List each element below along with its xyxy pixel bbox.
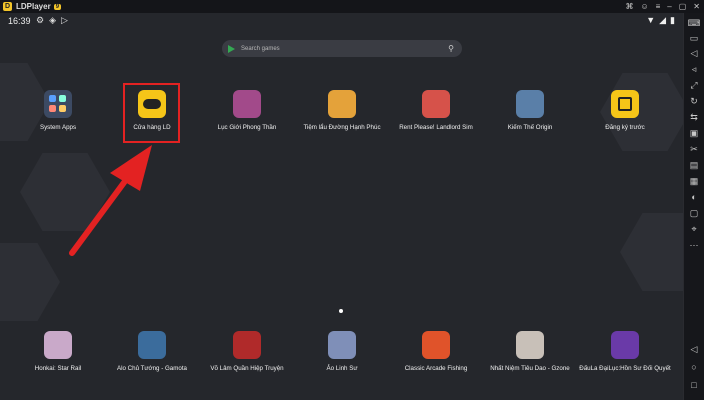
page-indicator-dot	[339, 309, 343, 313]
app-bottom-1[interactable]: Alo Chủ Tướng - Gamota	[102, 331, 202, 373]
close-icon[interactable]: ✕	[693, 2, 700, 11]
app-bottom-4[interactable]: Classic Arcade Fishing	[386, 331, 486, 373]
app-label: Honkai: Star Rail	[34, 365, 82, 372]
app-label: Tiệm lẩu Đường Hạnh Phúc	[303, 124, 381, 131]
app-label: Rent Please! Landlord Sim	[399, 124, 473, 131]
hotpot-icon	[328, 90, 356, 118]
clock: 16:39	[8, 16, 31, 26]
app-bottom-6[interactable]: ĐấuLa ĐạiLục:Hồn Sư Đối Quyết	[575, 331, 675, 373]
app-bottom-2[interactable]: Võ Lâm Quần Hiệp Truyện	[197, 331, 297, 373]
fullscreen-icon[interactable]: ⤢	[688, 79, 700, 91]
app-top-4[interactable]: Rent Please! Landlord Sim	[386, 90, 486, 132]
app-label: ĐấuLa ĐạiLục:Hồn Sư Đối Quyết	[579, 365, 671, 372]
background-hex	[20, 153, 110, 231]
wifi-icon: ▼	[646, 15, 656, 25]
search-bar[interactable]: Search games ⚲	[222, 40, 462, 57]
sync-icon[interactable]: ⇆	[688, 111, 700, 123]
app-label: Nhất Niệm Tiêu Dao - Gzone	[490, 365, 570, 372]
screen-icon[interactable]: ▭	[688, 32, 700, 44]
app-label: Lục Giới Phong Thần	[217, 124, 277, 131]
game-art-icon	[138, 331, 166, 359]
search-icon[interactable]: ⚲	[448, 44, 454, 53]
status-bar: 16:39 ⚙ ◈ ▷ ▼ ◢ ▮	[0, 13, 683, 29]
app-label: Đăng ký trước	[605, 124, 645, 131]
rotate-icon[interactable]: ↻	[688, 95, 700, 107]
minimize-icon[interactable]: –	[667, 2, 671, 11]
emulator-screen[interactable]: 16:39 ⚙ ◈ ▷ ▼ ◢ ▮ Search games ⚲ System …	[0, 13, 683, 400]
app-top-5[interactable]: Kiếm Thế Origin	[480, 90, 580, 132]
app-label: Kiếm Thế Origin	[507, 124, 553, 131]
app-bottom-3[interactable]: Ảo Linh Sư	[292, 331, 392, 373]
calendar-icon	[611, 90, 639, 118]
maximize-icon[interactable]: ▢	[679, 2, 687, 11]
search-placeholder: Search games	[241, 45, 280, 52]
scissors-icon[interactable]: ✂	[688, 143, 700, 155]
app-label: Classic Arcade Fishing	[404, 365, 468, 372]
app-label: Alo Chủ Tướng - Gamota	[117, 365, 187, 372]
location-icon[interactable]: ⌖	[688, 223, 700, 235]
version-badge: 9	[53, 3, 62, 10]
more-icon[interactable]: ⋯	[688, 239, 700, 251]
window-title: LDPlayer	[16, 2, 51, 11]
fishing-icon	[422, 331, 450, 359]
back-icon[interactable]: ◁	[688, 343, 700, 355]
app-label: System Apps	[39, 124, 77, 131]
battery-icon: ▮	[670, 15, 675, 25]
ldplayer-logo-icon: D	[3, 2, 12, 11]
home-icon[interactable]: ○	[688, 361, 700, 373]
game-art-icon	[611, 331, 639, 359]
play-store-icon: ▷	[61, 15, 68, 25]
play-store-icon	[228, 44, 235, 53]
folder-icon	[44, 90, 72, 118]
warrior-icon	[516, 90, 544, 118]
app-top-2[interactable]: Lục Giới Phong Thần	[197, 90, 297, 132]
keyboard-icon[interactable]: ⌨	[688, 17, 701, 29]
volume-up-icon[interactable]: ◁	[688, 47, 700, 59]
volume-down-icon[interactable]: ◃	[688, 63, 700, 75]
screenshot-icon[interactable]: ▦	[688, 175, 700, 187]
app-bottom-0[interactable]: Honkai: Star Rail	[8, 331, 108, 373]
app-bottom-5[interactable]: Nhất Niệm Tiêu Dao - Gzone	[480, 331, 580, 373]
game-art-icon	[233, 90, 261, 118]
app-label: Võ Lâm Quần Hiệp Truyện	[210, 365, 284, 372]
app-top-6[interactable]: Đăng ký trước	[575, 90, 675, 132]
app-top-0[interactable]: System Apps	[8, 90, 108, 132]
signal-icon: ◢	[659, 15, 667, 25]
game-art-icon	[233, 331, 261, 359]
background-hex	[620, 213, 683, 291]
gamepad-icon[interactable]: ⌘	[625, 2, 633, 11]
background-hex	[0, 243, 60, 321]
app-label: Ảo Linh Sư	[326, 365, 358, 372]
settings-gear-icon: ⚙	[36, 15, 45, 25]
game-art-icon	[516, 331, 544, 359]
character-icon	[422, 90, 450, 118]
shake-icon[interactable]: ◐	[688, 191, 700, 203]
apk-icon[interactable]: ▣	[688, 127, 700, 139]
recents-icon[interactable]: □	[688, 379, 700, 391]
app-top-3[interactable]: Tiệm lẩu Đường Hạnh Phúc	[292, 90, 392, 132]
user-icon[interactable]: ☺	[640, 2, 648, 11]
menu-icon[interactable]: ≡	[656, 2, 661, 11]
folder-icon[interactable]: ▢	[688, 207, 700, 219]
window-titlebar: D LDPlayer 9 ⌘ ☺ ≡ – ▢ ✕	[0, 0, 704, 13]
record-icon[interactable]: ▤	[688, 159, 700, 171]
right-toolbar: ⌨ ▭ ◁ ◃ ⤢ ↻ ⇆ ▣ ✂ ▤ ▦ ◐ ▢ ⌖ ⋯ ◁ ○ □	[683, 13, 704, 400]
gamepad-icon: ◈	[49, 15, 56, 25]
game-art-icon	[328, 331, 356, 359]
game-art-icon	[44, 331, 72, 359]
highlight-box	[123, 83, 180, 143]
